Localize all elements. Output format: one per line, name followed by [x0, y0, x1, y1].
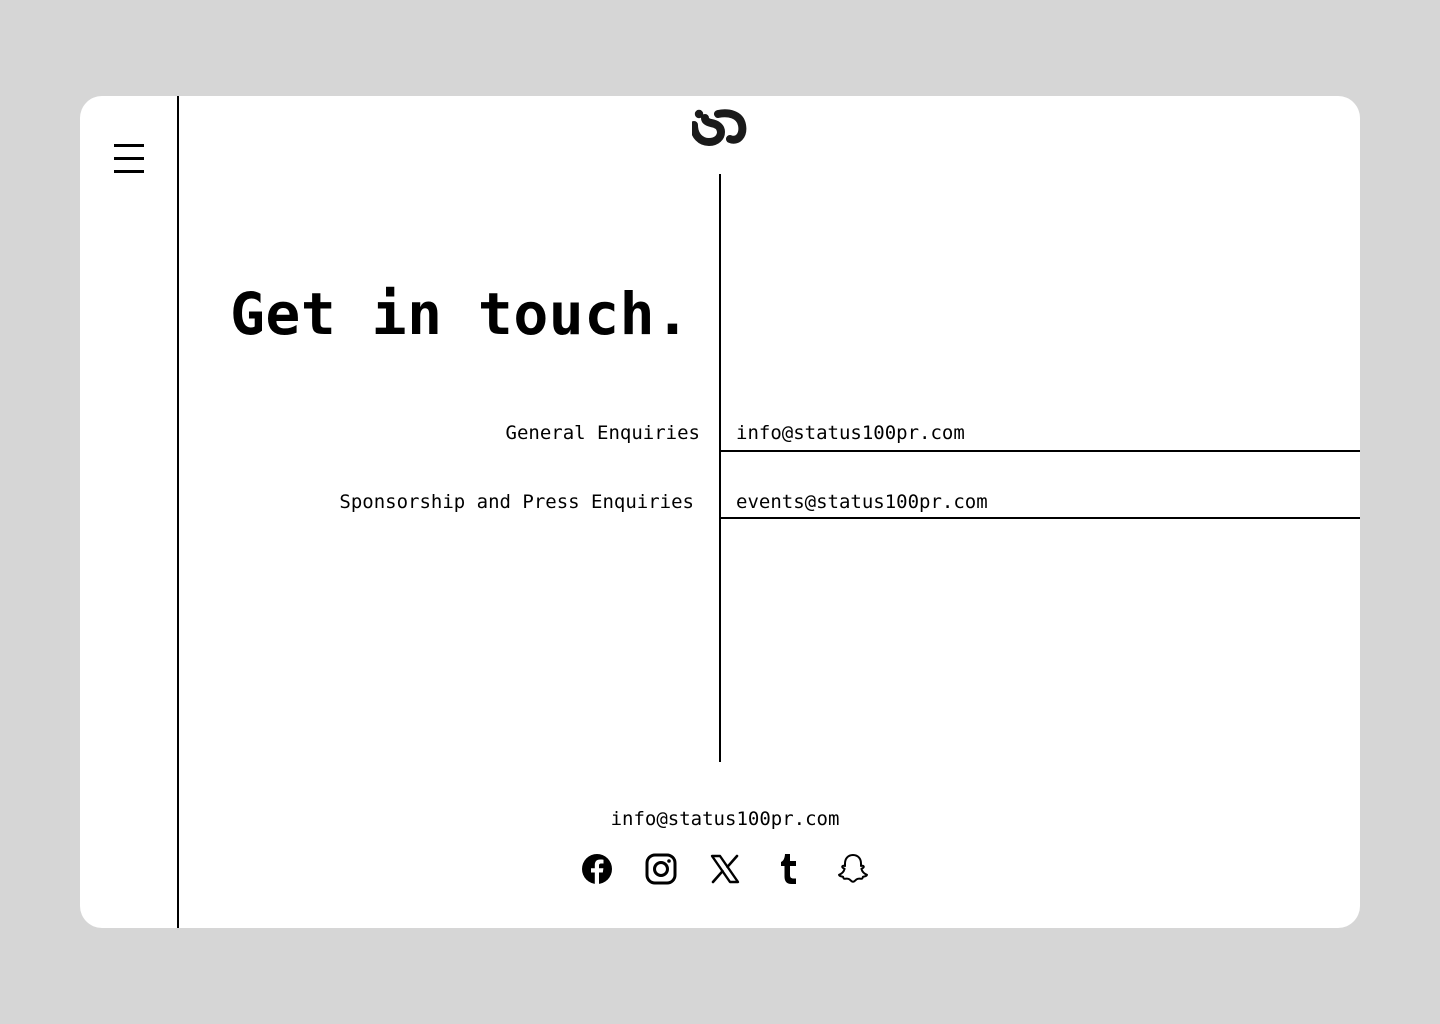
s-monogram-logo[interactable] — [690, 108, 748, 147]
logo-icon — [690, 109, 747, 147]
snapchat-link[interactable] — [836, 852, 870, 886]
enquiry-divider — [721, 517, 1360, 519]
hamburger-menu-icon — [114, 144, 144, 147]
general-enquiries-email-link[interactable]: info@status100pr.com — [736, 421, 965, 445]
x-twitter-link[interactable] — [708, 852, 742, 886]
footer-email-link[interactable]: info@status100pr.com — [80, 807, 1360, 831]
center-divider — [719, 174, 721, 762]
snapchat-icon — [838, 854, 868, 883]
instagram-icon — [645, 853, 677, 885]
facebook-link[interactable] — [580, 852, 614, 886]
tumblr-link[interactable] — [772, 852, 806, 886]
sponsorship-enquiries-email-link[interactable]: events@status100pr.com — [736, 490, 988, 514]
sponsorship-enquiries-label: Sponsorship and Press Enquiries — [339, 491, 694, 513]
menu-button[interactable] — [112, 140, 146, 176]
hamburger-menu-icon-bar — [114, 170, 144, 173]
sidebar-divider — [177, 96, 179, 928]
general-enquiries-label: General Enquiries — [505, 422, 700, 444]
enquiry-divider — [721, 450, 1360, 452]
page-card: Get in touch. General Enquiries info@sta… — [80, 96, 1360, 928]
tumblr-icon — [781, 854, 796, 884]
facebook-icon — [582, 854, 612, 884]
hamburger-menu-icon-bar — [114, 157, 144, 160]
page-title: Get in touch. — [230, 280, 691, 348]
social-links — [580, 852, 880, 886]
x-twitter-icon — [710, 854, 740, 884]
instagram-link[interactable] — [644, 852, 678, 886]
